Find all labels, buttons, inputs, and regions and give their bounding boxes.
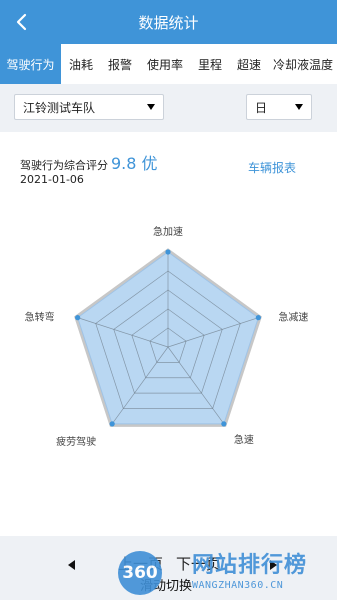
- swipe-hint: 滑动切换: [140, 579, 193, 594]
- score-value: 9.8 优: [111, 154, 158, 173]
- prev-arrow-icon[interactable]: [68, 560, 75, 570]
- pager: 上一页 下一页 滑动切换: [0, 536, 337, 600]
- tab-coolant-temp[interactable]: 冷却液温度: [269, 44, 337, 84]
- score-date: 2021-01-06: [20, 173, 84, 186]
- score-label: 驾驶行为综合评分: [20, 159, 108, 172]
- radar-point: [221, 421, 227, 427]
- top-app-bar: 数据统计: [0, 0, 337, 44]
- radar-axis-label: 急速: [234, 433, 254, 446]
- tab-alarm[interactable]: 报警: [101, 44, 139, 84]
- behavior-card: 急加速急减速急速 疲劳驾驶 急转弯 驾驶行为综合评分 9.8 优 2021-01-0…: [0, 132, 337, 536]
- tab-fuel[interactable]: 油耗: [61, 44, 101, 84]
- period-select-value: 日: [255, 100, 268, 115]
- fleet-select[interactable]: 江铃测试车队: [14, 94, 164, 120]
- category-tabs: 驾驶行为 油耗 报警 使用率 里程 超速 冷却液温度: [0, 44, 337, 84]
- next-arrow-icon[interactable]: [270, 560, 277, 570]
- tab-usage[interactable]: 使用率: [139, 44, 191, 84]
- radar-axis-label: 疲劳驾驶: [56, 435, 96, 448]
- radar-axis-label: 急转弯: [25, 311, 55, 324]
- back-button[interactable]: [6, 6, 38, 38]
- tab-overspeed[interactable]: 超速: [229, 44, 269, 84]
- tab-mileage[interactable]: 里程: [191, 44, 229, 84]
- radar-axis-label: 急加速: [153, 225, 183, 238]
- radar-point: [109, 421, 115, 427]
- caret-down-icon: [147, 104, 155, 110]
- radar-point: [165, 249, 171, 255]
- filter-bar: 江铃测试车队 日: [0, 84, 337, 128]
- vehicle-report-link[interactable]: 车辆报表: [248, 159, 296, 176]
- tab-driving-behavior[interactable]: 驾驶行为: [0, 44, 61, 84]
- radar-point: [75, 315, 81, 321]
- score-summary: 驾驶行为综合评分 9.8 优: [20, 150, 158, 174]
- radar-chart: 急加速急减速急速 疲劳驾驶 急转弯: [25, 225, 309, 448]
- next-page-button[interactable]: 下一页: [176, 553, 221, 574]
- radar-point: [255, 315, 261, 321]
- prev-page-button[interactable]: 上一页: [118, 553, 163, 574]
- chevron-left-icon: [16, 13, 27, 31]
- caret-down-icon: [295, 104, 303, 110]
- radar-axis-label: 急减速: [278, 311, 308, 324]
- period-select[interactable]: 日: [246, 94, 312, 120]
- fleet-select-value: 江铃测试车队: [23, 100, 96, 115]
- page-title: 数据统计: [138, 13, 199, 32]
